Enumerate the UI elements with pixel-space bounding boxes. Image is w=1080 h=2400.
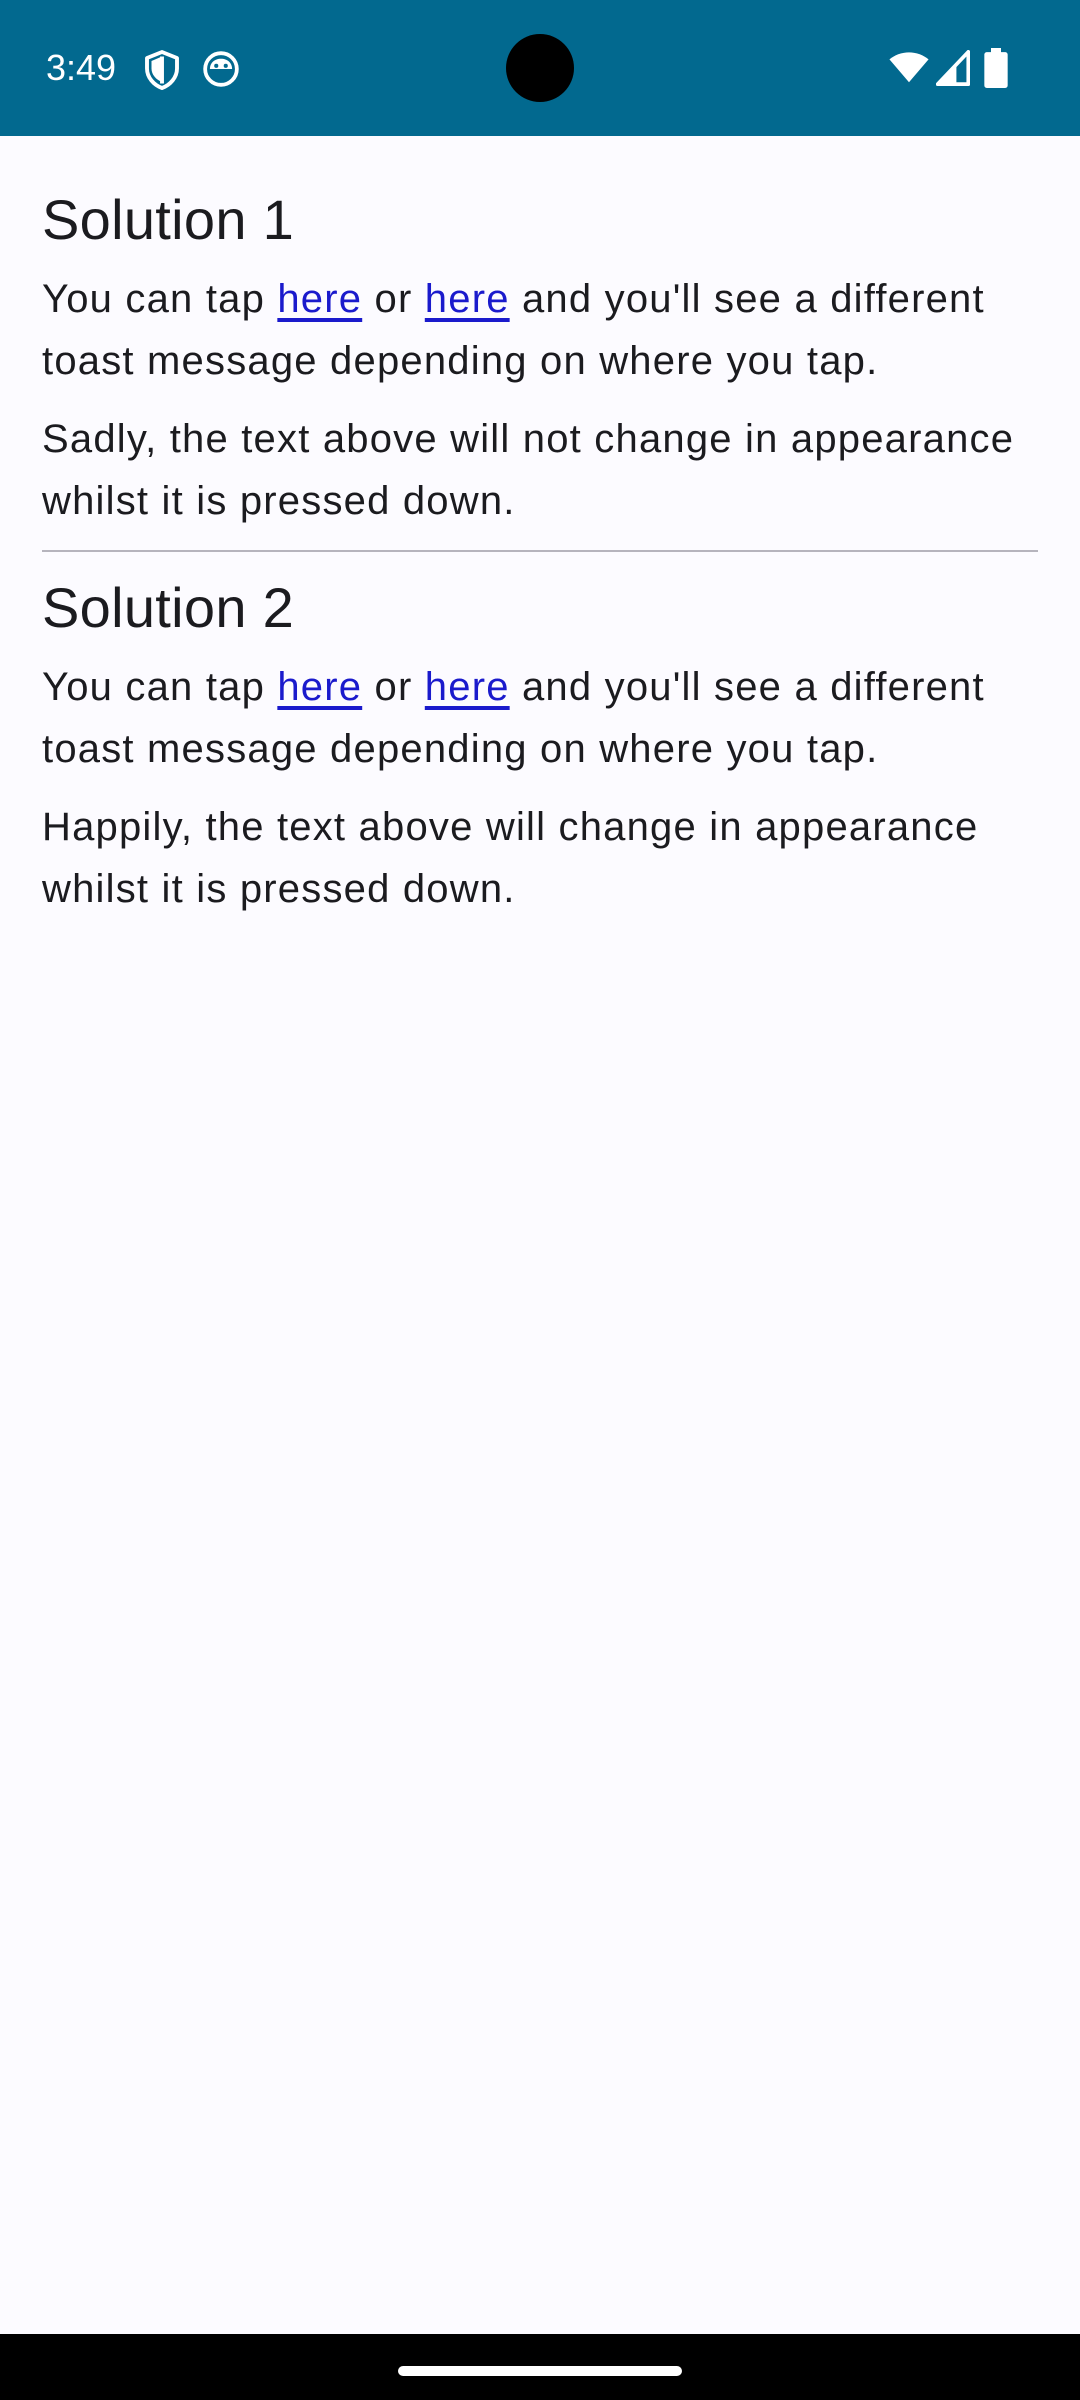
solution1-link-first[interactable]: here (277, 277, 362, 321)
android-face-icon (203, 51, 239, 87)
status-time: 3:49 (46, 47, 117, 88)
battery-icon (984, 48, 1008, 88)
solution1-text-before: You can tap (42, 277, 278, 321)
content: Solution 1 You can tap here or here and … (0, 136, 1080, 920)
solution1-note: Sadly, the text above will not change in… (42, 417, 1015, 523)
status-bar: 3:49 (0, 0, 1080, 136)
solution2-note: Happily, the text above will change in a… (42, 805, 979, 911)
wifi-icon (889, 52, 929, 83)
section-divider (42, 550, 1038, 552)
solution2-link-second[interactable]: here (425, 665, 510, 709)
camera-cutout (506, 34, 574, 102)
shield-icon (145, 50, 179, 90)
solution1-text: You can tap here or here and you'll see … (42, 268, 1038, 392)
solution2-text[interactable]: You can tap here or here and you'll see … (42, 656, 1038, 780)
screen: 3:49 Solution 1 You can tap here or here… (0, 0, 1080, 2400)
solution2-text-middle: or (362, 665, 425, 709)
solution2-link-first[interactable]: here (277, 665, 362, 709)
solution1-link-second[interactable]: here (425, 277, 510, 321)
solution1-title: Solution 1 (42, 188, 295, 251)
solution2-text-before: You can tap (42, 665, 278, 709)
solution2-title: Solution 2 (42, 576, 295, 639)
solution1-text-middle: or (362, 277, 425, 321)
home-gesture-handle[interactable] (398, 2366, 682, 2376)
signal-icon (936, 50, 970, 86)
